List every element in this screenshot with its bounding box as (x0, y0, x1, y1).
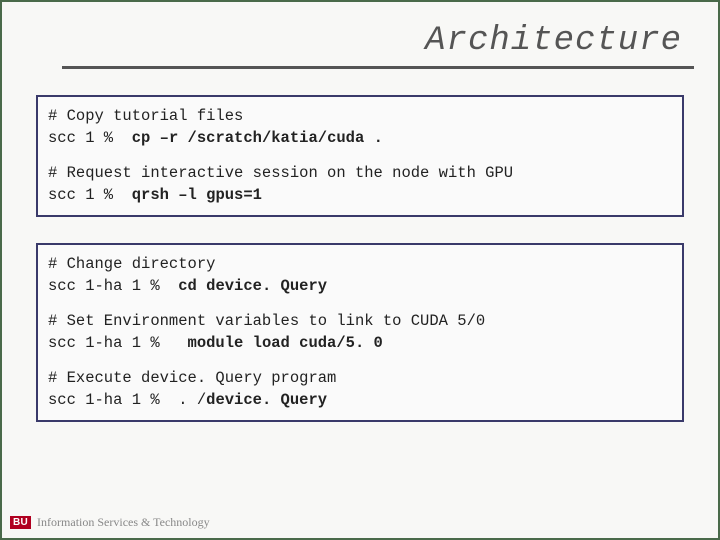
comment-line: # Set Environment variables to link to C… (48, 310, 672, 332)
title-underline (62, 66, 694, 69)
prompt: scc 1 % (48, 186, 122, 204)
bu-logo-badge: BU (10, 516, 31, 529)
footer: BU Information Services & Technology (10, 515, 210, 530)
prompt: scc 1-ha 1 % (48, 334, 169, 352)
footer-text: Information Services & Technology (37, 515, 210, 530)
command-line: scc 1 % cp –r /scratch/katia/cuda . (48, 127, 672, 149)
cmd-bold: device. Query (206, 391, 327, 409)
comment-line: # Change directory (48, 253, 672, 275)
comment-line: # Copy tutorial files (48, 105, 672, 127)
prompt: scc 1-ha 1 % (48, 277, 169, 295)
cmd-bold: qrsh –l gpus=1 (132, 186, 262, 204)
command-line: scc 1-ha 1 % . /device. Query (48, 389, 672, 411)
code-section: # Set Environment variables to link to C… (48, 310, 672, 355)
prompt: scc 1 % (48, 129, 122, 147)
cmd-pre: . / (169, 391, 206, 409)
code-box-1: # Copy tutorial files scc 1 % cp –r /scr… (36, 95, 684, 217)
prompt: scc 1-ha 1 % (48, 391, 169, 409)
code-section: # Execute device. Query program scc 1-ha… (48, 367, 672, 412)
cmd-bold: cd device. Query (178, 277, 327, 295)
code-box-2: # Change directory scc 1-ha 1 % cd devic… (36, 243, 684, 422)
cmd-pre (169, 334, 188, 352)
command-line: scc 1-ha 1 % cd device. Query (48, 275, 672, 297)
code-section: # Copy tutorial files scc 1 % cp –r /scr… (48, 105, 672, 150)
comment-line: # Execute device. Query program (48, 367, 672, 389)
cmd-pre (122, 129, 131, 147)
code-section: # Request interactive session on the nod… (48, 162, 672, 207)
cmd-bold: module load cuda/5. 0 (188, 334, 383, 352)
command-line: scc 1-ha 1 % module load cuda/5. 0 (48, 332, 672, 354)
command-line: scc 1 % qrsh –l gpus=1 (48, 184, 672, 206)
slide-title: Architecture (2, 2, 718, 66)
cmd-bold: cp –r /scratch/katia/cuda . (132, 129, 383, 147)
cmd-pre (169, 277, 178, 295)
code-section: # Change directory scc 1-ha 1 % cd devic… (48, 253, 672, 298)
cmd-pre (122, 186, 131, 204)
comment-line: # Request interactive session on the nod… (48, 162, 672, 184)
